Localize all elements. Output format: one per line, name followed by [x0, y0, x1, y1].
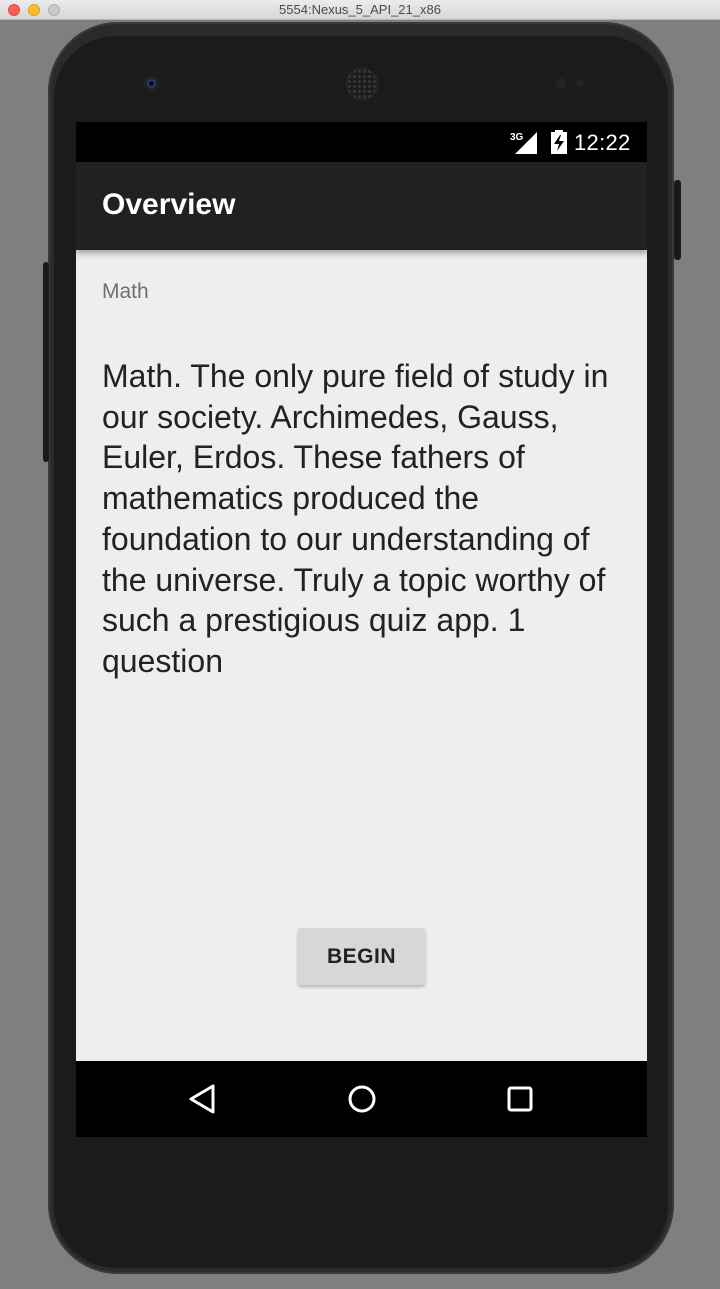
proximity-sensor [556, 78, 566, 88]
battery-charging-icon [551, 130, 567, 154]
network-type-label: 3G [510, 132, 524, 143]
light-sensor [576, 79, 584, 87]
app-bar: Overview [76, 162, 647, 250]
volume-button [43, 262, 49, 462]
recents-icon[interactable] [500, 1079, 540, 1119]
status-bar: 3G 12:22 [76, 122, 647, 162]
category-label: Math [102, 280, 149, 303]
topic-description: Math. The only pure field of study in ou… [102, 358, 609, 679]
navigation-bar [76, 1061, 647, 1137]
status-clock: 12:22 [574, 130, 631, 155]
front-camera [144, 76, 159, 91]
begin-button[interactable]: BEGIN [298, 928, 425, 985]
window-title: 5554:Nexus_5_API_21_x86 [279, 2, 441, 17]
home-icon[interactable] [342, 1079, 382, 1119]
signal-icon: 3G [510, 132, 537, 154]
back-icon[interactable] [183, 1079, 223, 1119]
window-titlebar: 5554:Nexus_5_API_21_x86 [0, 0, 720, 20]
power-button [674, 180, 681, 260]
earpiece-speaker [346, 68, 378, 100]
device-screen: 3G 12:22 Overview Math Math. The only pu… [76, 122, 647, 1137]
page-title: Overview [102, 188, 236, 221]
